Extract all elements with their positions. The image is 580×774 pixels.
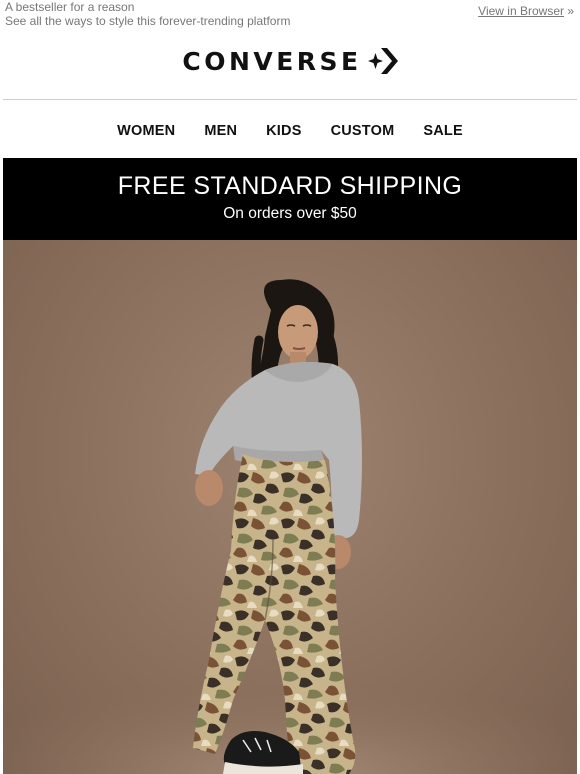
hero-model-illustration <box>3 279 577 774</box>
nav-item-sale[interactable]: SALE <box>409 121 477 141</box>
shipping-banner[interactable]: FREE STANDARD SHIPPING On orders over $5… <box>3 158 577 240</box>
hero-image[interactable] <box>3 240 577 774</box>
view-in-browser-link[interactable]: View in Browser <box>478 4 564 18</box>
converse-logo[interactable]: CONVERSE <box>0 44 580 78</box>
nav-item-custom[interactable]: CUSTOM <box>316 121 409 141</box>
view-in-browser-arrow: » <box>563 4 574 18</box>
main-nav: WOMEN MEN KIDS CUSTOM SALE <box>0 121 580 141</box>
header-divider <box>3 99 577 100</box>
preheader: A bestseller for a reason See all the wa… <box>5 0 405 28</box>
logo-wordmark: CONVERSE <box>182 46 362 76</box>
preheader-headline: A bestseller for a reason <box>5 0 135 14</box>
converse-star-chevron-icon <box>367 48 398 74</box>
nav-item-men[interactable]: MEN <box>190 121 252 141</box>
nav-item-kids[interactable]: KIDS <box>252 121 316 141</box>
shipping-banner-subtitle: On orders over $50 <box>223 205 357 222</box>
view-in-browser: View in Browser » <box>478 4 574 18</box>
preheader-subline: See all the ways to style this forever-t… <box>5 14 291 28</box>
nav-item-women[interactable]: WOMEN <box>103 121 190 141</box>
email-page: A bestseller for a reason See all the wa… <box>0 0 580 774</box>
shipping-banner-title: FREE STANDARD SHIPPING <box>117 172 463 200</box>
